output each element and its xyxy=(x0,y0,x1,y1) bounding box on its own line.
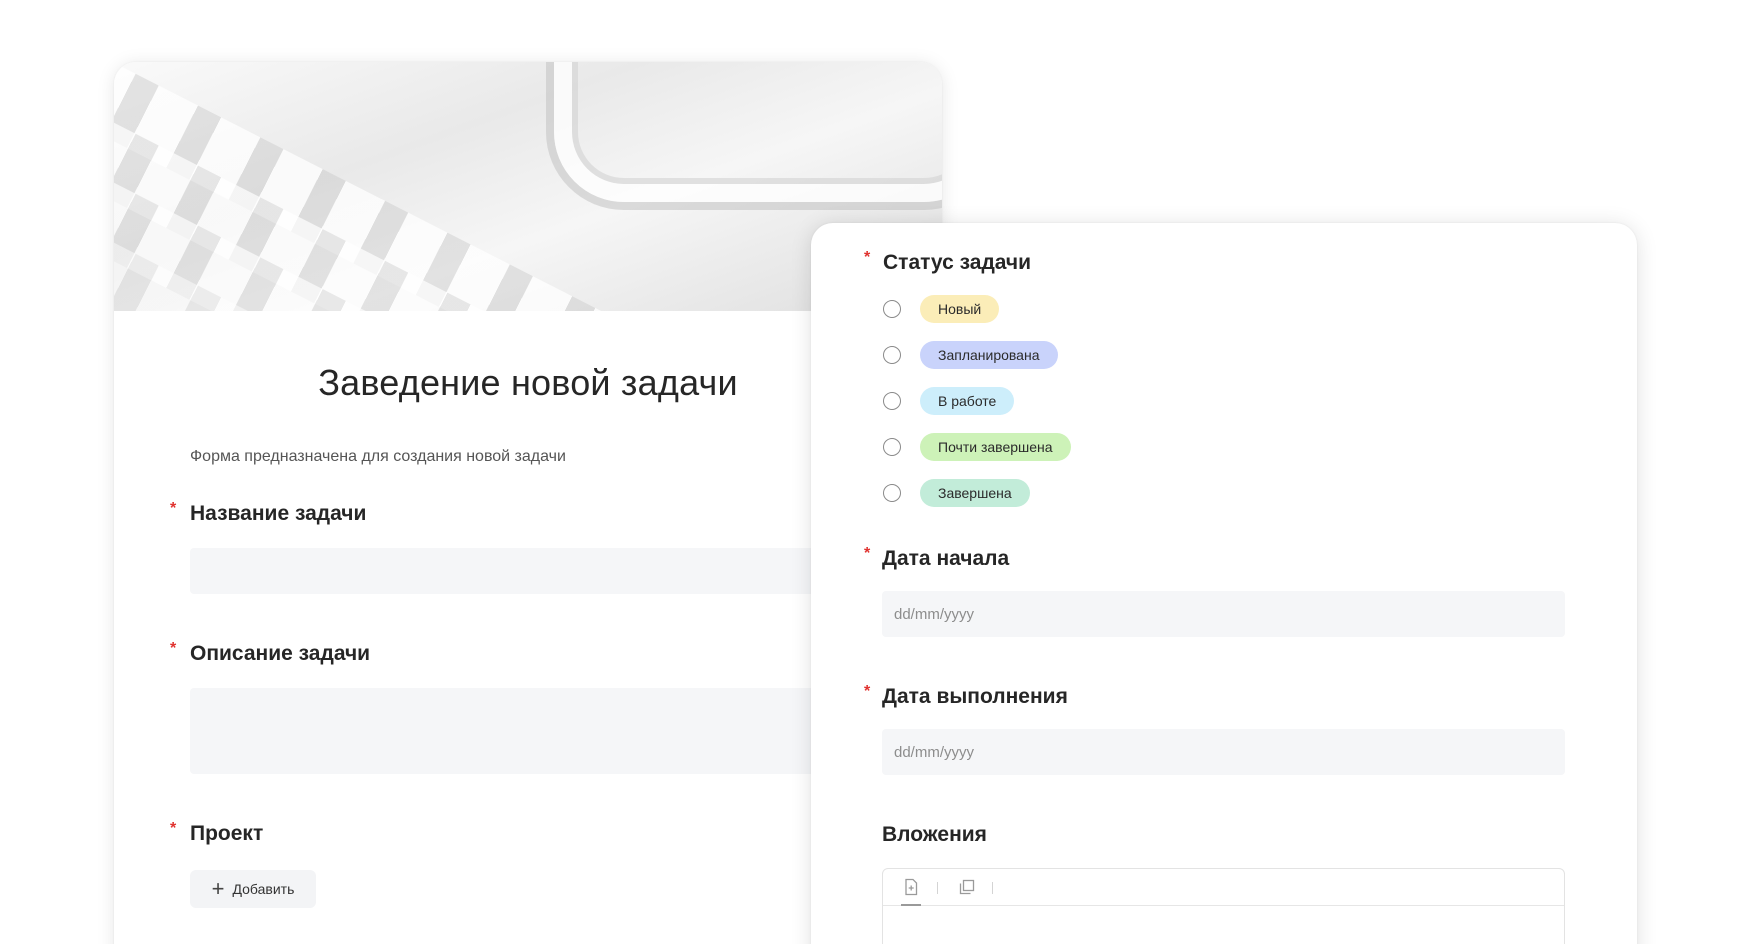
status-option-almost-done[interactable]: Почти завершена xyxy=(883,433,1071,461)
due-date-label: Дата выполнения xyxy=(882,685,1068,708)
active-tab-indicator xyxy=(901,904,921,906)
status-option-new[interactable]: Новый xyxy=(883,295,1000,323)
radio-button[interactable] xyxy=(883,392,901,410)
status-chip: Почти завершена xyxy=(920,433,1071,461)
status-chip: В работе xyxy=(920,387,1015,415)
status-option-planned[interactable]: Запланирована xyxy=(883,341,1058,369)
status-chip: Завершена xyxy=(920,479,1030,507)
radio-button[interactable] xyxy=(883,300,901,318)
status-label: Статус задачи xyxy=(883,251,1032,274)
status-option-in-progress[interactable]: В работе xyxy=(883,387,1015,415)
status-chip: Новый xyxy=(920,295,1000,323)
radio-button[interactable] xyxy=(883,438,901,456)
add-project-button[interactable]: + Добавить xyxy=(190,870,316,908)
due-date-input[interactable]: dd/mm/yyyy xyxy=(882,729,1565,775)
radio-button[interactable] xyxy=(883,346,901,364)
add-file-icon[interactable] xyxy=(902,878,922,898)
required-asterisk: * xyxy=(170,640,177,657)
project-label: Проект xyxy=(190,822,264,845)
start-date-input[interactable]: dd/mm/yyyy xyxy=(882,591,1565,637)
attachments-area[interactable] xyxy=(882,868,1565,944)
required-asterisk: * xyxy=(864,683,871,700)
required-asterisk: * xyxy=(170,500,177,517)
start-date-label: Дата начала xyxy=(882,547,1010,570)
required-asterisk: * xyxy=(864,249,871,266)
task-name-label: Название задачи xyxy=(190,502,367,525)
required-asterisk: * xyxy=(170,820,177,837)
task-description-label: Описание задачи xyxy=(190,642,371,665)
copy-icon[interactable] xyxy=(958,878,978,898)
form-description: Форма предназначена для создания новой з… xyxy=(190,448,566,465)
attachments-label: Вложения xyxy=(882,823,987,846)
status-chip: Запланирована xyxy=(920,341,1058,369)
required-asterisk: * xyxy=(864,545,871,562)
status-option-done[interactable]: Завершена xyxy=(883,479,1030,507)
plus-icon: + xyxy=(211,876,225,901)
add-button-label: Добавить xyxy=(232,881,295,897)
attachments-tabs xyxy=(883,869,1564,906)
radio-button[interactable] xyxy=(883,484,901,502)
task-details-card: * Статус задачи Новый Запланирована В ра… xyxy=(811,223,1637,944)
